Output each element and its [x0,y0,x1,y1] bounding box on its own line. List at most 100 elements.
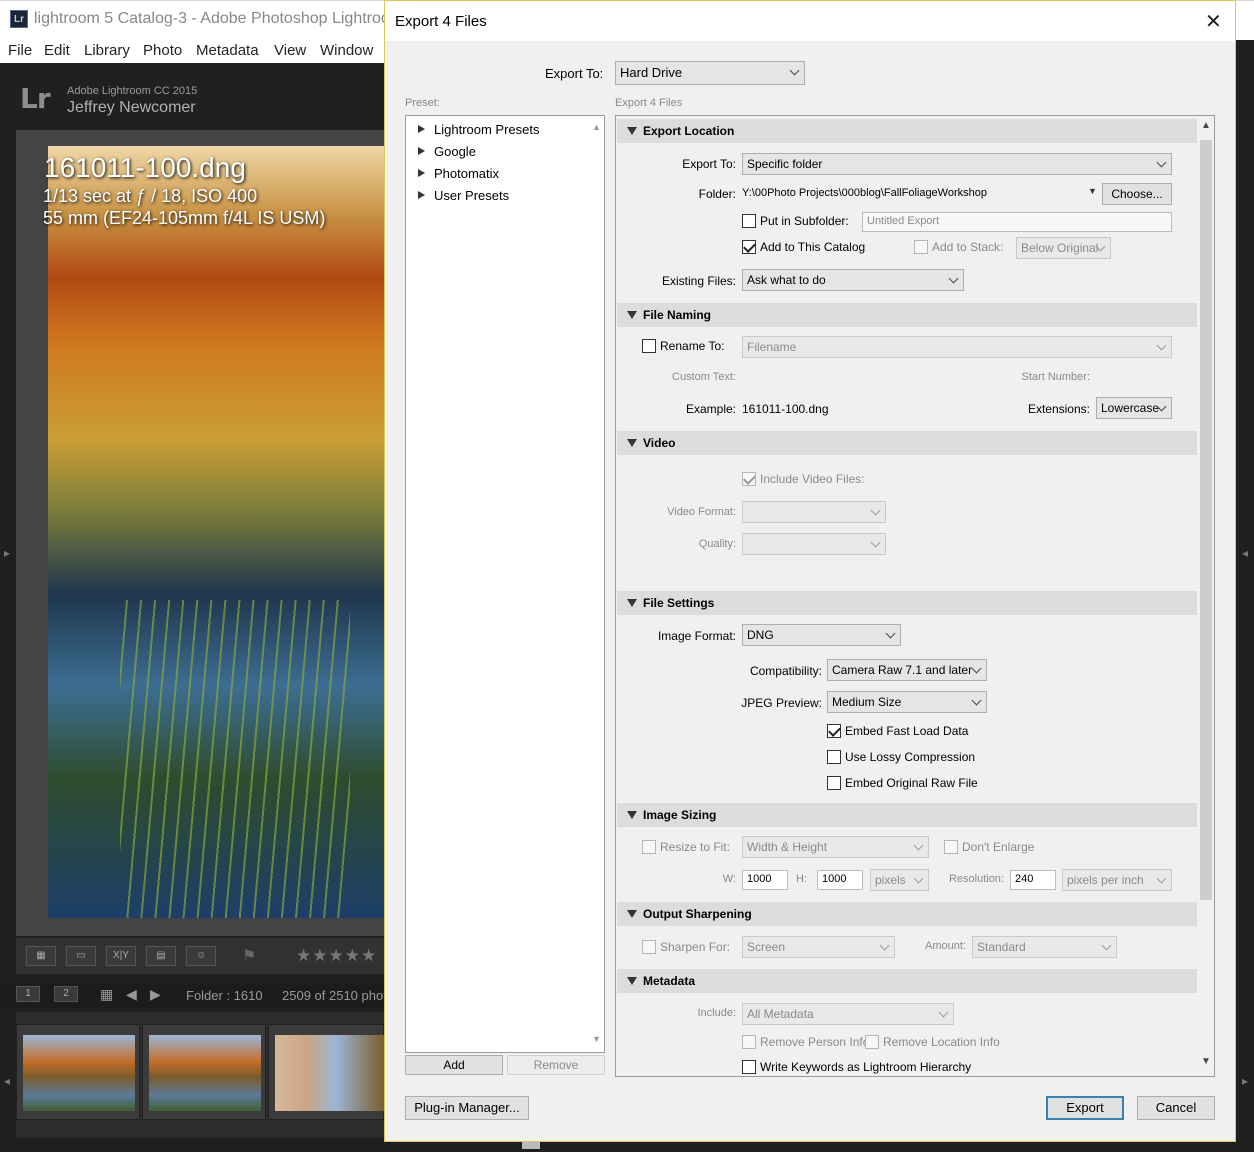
section-file-settings[interactable]: File Settings [617,591,1197,615]
left-panel-toggle-icon[interactable]: ▸ [4,546,10,560]
compare-view-icon[interactable]: X|Y [106,946,136,966]
video-format-dropdown[interactable] [742,501,886,523]
filmstrip-left-toggle-icon[interactable]: ◂ [4,1074,10,1088]
scroll-up-icon[interactable]: ▲ [1201,120,1211,131]
add-stack-checkbox[interactable] [914,240,928,254]
thumbnail-image [149,1035,261,1111]
section-output-sharpening[interactable]: Output Sharpening [617,902,1197,926]
export-to-dropdown[interactable]: Hard Drive [615,61,805,85]
resize-dropdown[interactable]: Width & Height [742,836,929,858]
filmstrip-folder[interactable]: Folder : 1610 [186,988,263,1003]
resolution-unit-dropdown[interactable]: pixels per inch [1062,869,1172,891]
height-input[interactable]: 1000 [817,870,863,890]
resolution-input[interactable]: 240 [1010,870,1056,890]
cancel-button[interactable]: Cancel [1137,1096,1215,1120]
add-stack-dropdown[interactable]: Below Original [1016,237,1111,259]
filmstrip-right-toggle-icon[interactable]: ▸ [1242,1074,1248,1088]
section-file-naming[interactable]: File Naming [617,303,1197,327]
screen-2-button[interactable]: 2 [54,986,78,1002]
sharpen-checkbox[interactable] [642,940,656,954]
scroll-down-icon[interactable]: ▼ [1201,1056,1211,1067]
menu-photo[interactable]: Photo [143,42,182,59]
section-metadata[interactable]: Metadata [617,969,1197,993]
collapse-triangle-icon [627,311,637,319]
plugin-manager-button[interactable]: Plug-in Manager... [405,1096,529,1120]
grid-nav-icon[interactable]: ▦ [100,986,113,1003]
add-catalog-checkbox[interactable] [742,240,756,254]
lightroom-version: Adobe Lightroom CC 2015 [67,85,198,97]
menu-window[interactable]: Window [320,42,373,59]
menu-edit[interactable]: Edit [44,42,70,59]
filmstrip-count: 2509 of 2510 phot [282,988,387,1003]
remove-preset-button[interactable]: Remove [507,1055,605,1075]
remove-location-checkbox[interactable] [865,1035,879,1049]
preset-folder-photomatix[interactable]: Photomatix [418,166,499,181]
forward-arrow-icon[interactable]: ▶ [150,986,161,1003]
choose-folder-button[interactable]: Choose... [1102,183,1172,205]
filmstrip-thumbnail[interactable] [268,1024,385,1120]
right-panel-toggle-icon[interactable]: ◂ [1242,546,1248,560]
people-view-icon[interactable]: ☺ [186,946,216,966]
subfolder-input[interactable]: Untitled Export [862,212,1172,232]
loupe-view-icon[interactable]: ▭ [66,946,96,966]
preset-folder-lightroom[interactable]: Lightroom Presets [418,122,540,137]
section-title: Output Sharpening [643,907,752,921]
screen-1-button[interactable]: 1 [16,986,40,1002]
jpeg-preview-dropdown[interactable]: Medium Size [827,691,987,713]
flag-icon[interactable]: ⚑ [242,946,256,966]
section-export-location[interactable]: Export Location [617,119,1197,143]
dont-enlarge-checkbox[interactable] [944,840,958,854]
existing-files-dropdown[interactable]: Ask what to do [742,269,964,291]
bottom-panel-toggle[interactable] [522,1141,540,1149]
section-image-sizing[interactable]: Image Sizing [617,803,1197,827]
close-icon[interactable]: ✕ [1205,9,1222,34]
keywords-hierarchy-label: Write Keywords as Lightroom Hierarchy [760,1060,972,1074]
menu-library[interactable]: Library [84,42,130,59]
sharpen-value: Screen [747,940,786,954]
filmstrip-thumbnail[interactable] [142,1024,266,1120]
fast-load-checkbox[interactable] [827,724,841,738]
embed-raw-checkbox[interactable] [827,776,841,790]
keywords-hierarchy-checkbox[interactable] [742,1060,756,1074]
export-button[interactable]: Export [1046,1096,1124,1120]
width-input[interactable]: 1000 [742,870,788,890]
existing-files-label: Existing Files: [661,274,736,288]
extensions-dropdown[interactable]: Lowercase [1096,397,1172,419]
export-settings-panel: Export Location Export To: Specific fold… [615,115,1215,1077]
survey-view-icon[interactable]: ▤ [146,946,176,966]
menu-view[interactable]: View [274,42,306,59]
grid-view-icon[interactable]: ▦ [26,946,56,966]
image-format-label: Image Format: [657,629,736,643]
video-quality-dropdown[interactable] [742,533,886,555]
scroll-up-icon[interactable]: ▲ [592,122,601,132]
subfolder-checkbox[interactable] [742,214,756,228]
image-format-dropdown[interactable]: DNG [742,624,901,646]
remove-person-checkbox[interactable] [742,1035,756,1049]
metadata-include-dropdown[interactable]: All Metadata [742,1003,954,1025]
location-export-to-label: Export To: [682,157,736,171]
back-arrow-icon[interactable]: ◀ [126,986,137,1003]
add-preset-button[interactable]: Add [405,1055,503,1075]
filmstrip-thumbnail[interactable] [16,1024,140,1120]
scroll-down-icon[interactable]: ▼ [592,1034,601,1044]
rating-stars[interactable]: ★★★★★ [296,946,377,966]
rename-dropdown[interactable]: Filename [742,336,1172,358]
section-video[interactable]: Video [617,431,1197,455]
location-export-to-dropdown[interactable]: Specific folder [742,153,1172,175]
settings-scrollbar-thumb[interactable] [1200,140,1212,900]
menu-file[interactable]: File [8,42,32,59]
folder-history-icon[interactable]: ▼ [1088,186,1097,196]
folder-label: Folder: [698,187,736,201]
compatibility-dropdown[interactable]: Camera Raw 7.1 and later [827,659,987,681]
amount-dropdown[interactable]: Standard [972,936,1117,958]
include-video-checkbox[interactable] [742,472,756,486]
preset-folder-label: Lightroom Presets [434,122,540,137]
preset-folder-google[interactable]: Google [418,144,476,159]
menu-metadata[interactable]: Metadata [196,42,259,59]
chevron-down-icon [1156,340,1167,351]
preset-folder-user[interactable]: User Presets [418,188,509,203]
folder-path[interactable]: Y:\00Photo Projects\000blog\FallFoliageW… [742,187,987,199]
rename-checkbox[interactable] [642,339,656,353]
lossy-compression-checkbox[interactable] [827,750,841,764]
resize-checkbox[interactable] [642,840,656,854]
